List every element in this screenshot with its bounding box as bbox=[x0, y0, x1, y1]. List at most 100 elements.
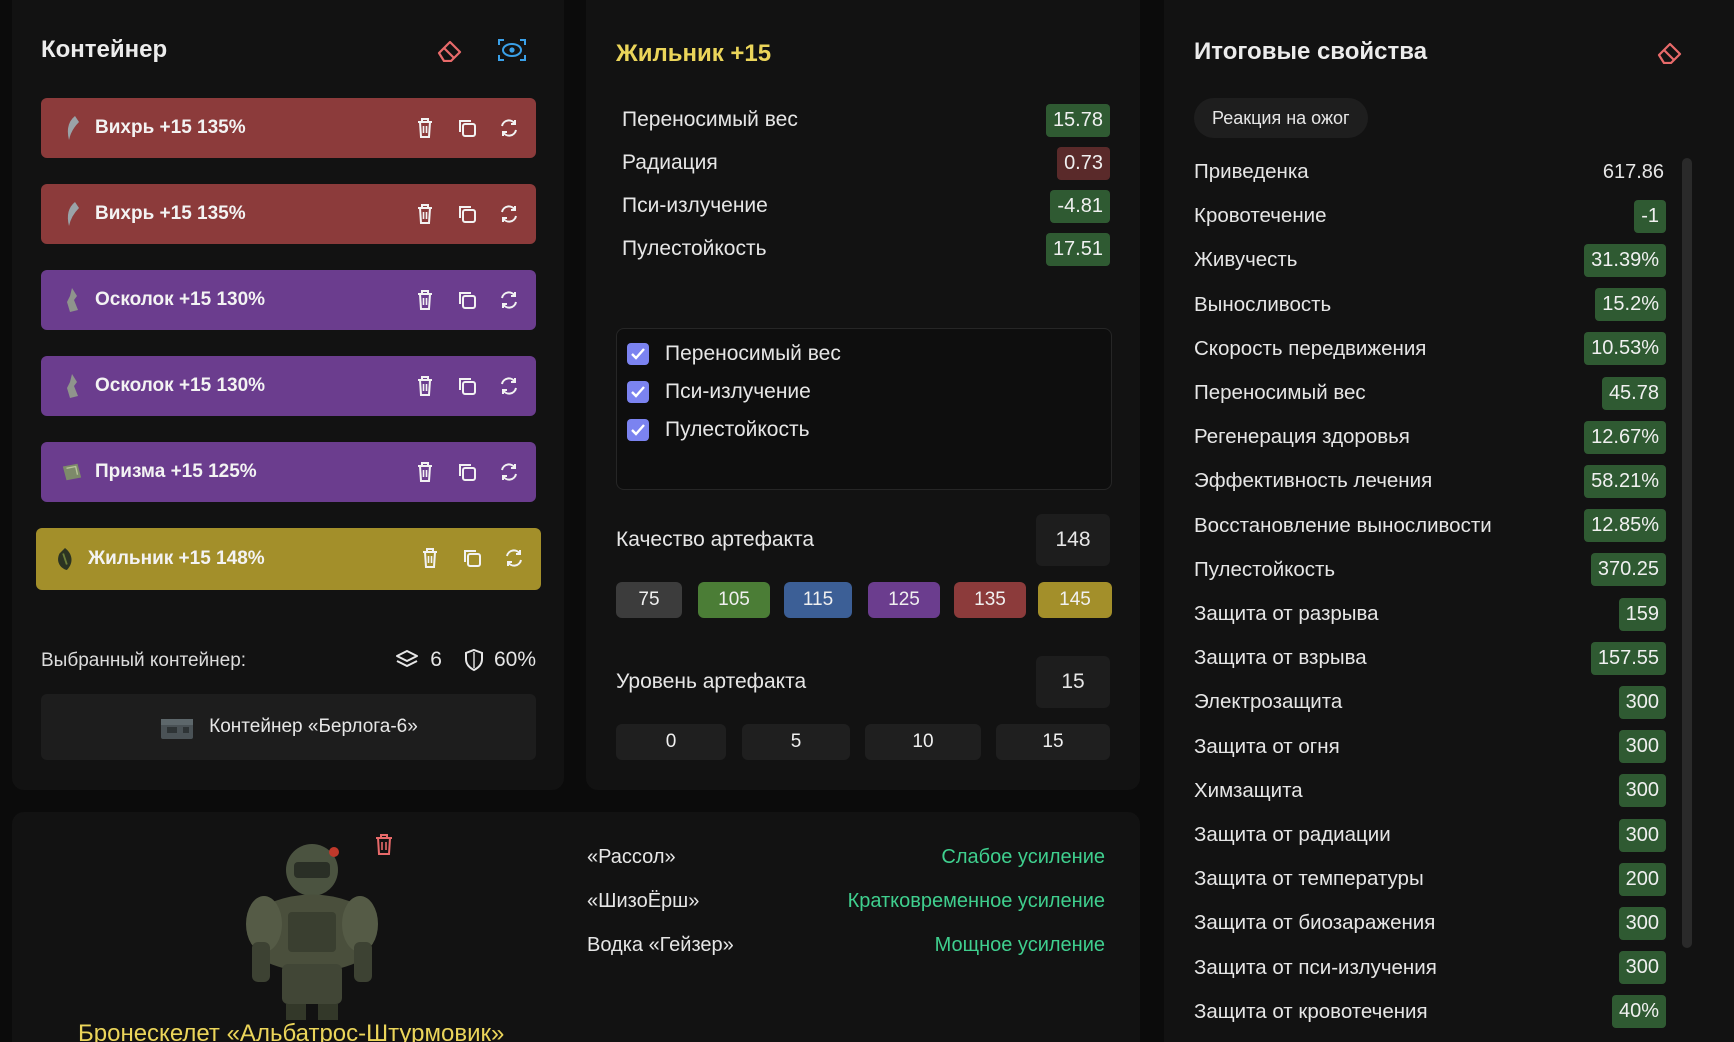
total-property-value: 300 bbox=[1618, 906, 1666, 940]
quality-preset-75[interactable]: 75 bbox=[616, 582, 682, 618]
total-property-row: Защита от разрыва 159 bbox=[1194, 592, 1666, 636]
trash-icon[interactable] bbox=[412, 115, 438, 141]
layers-icon bbox=[394, 648, 420, 672]
artifact-zhilnik-icon bbox=[54, 546, 76, 572]
quality-input[interactable]: 148 bbox=[1036, 514, 1110, 566]
total-property-name: Защита от биозаражения bbox=[1194, 911, 1436, 935]
totals-title: Итоговые свойства bbox=[1194, 38, 1428, 65]
total-property-name: Химзащита bbox=[1194, 778, 1303, 802]
quality-label: Качество артефакта bbox=[616, 528, 815, 551]
level-preset-15[interactable]: 15 bbox=[996, 724, 1110, 760]
level-preset-5[interactable]: 5 bbox=[742, 724, 850, 760]
artifact-row-oskolok[interactable]: Осколок +15 130% bbox=[41, 270, 536, 330]
total-property-value: 45.78 bbox=[1601, 376, 1666, 410]
container-name: Контейнер «Берлога-6» bbox=[209, 716, 418, 737]
refresh-icon[interactable] bbox=[496, 373, 522, 399]
scrollbar[interactable] bbox=[1682, 158, 1692, 948]
checkbox-label: Переносимый вес bbox=[665, 342, 841, 365]
totals-panel: Итоговые свойства Реакция на ожог Привед… bbox=[1164, 0, 1734, 1042]
total-property-name: Приведенка bbox=[1194, 160, 1309, 183]
artifact-oskolok-icon bbox=[61, 373, 83, 399]
copy-icon[interactable] bbox=[454, 459, 480, 485]
property-filter-box: Переносимый вес Пси-излучение Пулестойкост… bbox=[616, 328, 1112, 490]
total-property-name: Восстановление выносливости bbox=[1194, 513, 1492, 537]
quality-preset-115[interactable]: 115 bbox=[784, 582, 852, 618]
artifact-panel: Жильник +15 Переносимый вес 15.78 Радиация… bbox=[586, 0, 1140, 790]
eye-icon[interactable] bbox=[496, 34, 528, 66]
total-property-value: 300 bbox=[1618, 774, 1666, 808]
total-property-value: 58.21% bbox=[1584, 464, 1666, 498]
property-value: 15.78 bbox=[1045, 103, 1110, 137]
artifact-row-vihr[interactable]: Вихрь +15 135% bbox=[41, 98, 536, 158]
total-property-row: Восстановление выносливости 12.85% bbox=[1194, 504, 1666, 548]
quality-preset-135[interactable]: 135 bbox=[954, 582, 1026, 618]
total-property-value: 15.2% bbox=[1595, 288, 1666, 322]
artifact-row-prizma[interactable]: Призма +15 125% bbox=[41, 442, 536, 502]
trash-icon[interactable] bbox=[417, 545, 443, 571]
copy-icon[interactable] bbox=[459, 545, 485, 571]
total-property-name: Защита от пси-излучения bbox=[1194, 955, 1437, 979]
property-name: Переносимый вес bbox=[622, 108, 798, 131]
total-property-name: Живучесть bbox=[1194, 248, 1298, 272]
artifact-row-oskolok[interactable]: Осколок +15 130% bbox=[41, 356, 536, 416]
burn-reaction-button[interactable]: Реакция на ожог bbox=[1194, 98, 1368, 138]
container-stats: 6 60% bbox=[394, 648, 536, 672]
total-property-name: Электрозащита bbox=[1194, 690, 1343, 714]
total-property-name: Регенерация здоровья bbox=[1194, 425, 1410, 449]
refresh-icon[interactable] bbox=[496, 459, 522, 485]
total-property-value: 300 bbox=[1618, 685, 1666, 719]
container-panel: Контейнер Вихрь +15 135% Вихрь +15 135% Ос… bbox=[12, 0, 564, 790]
total-property-value: 300 bbox=[1618, 730, 1666, 764]
copy-icon[interactable] bbox=[454, 115, 480, 141]
quality-preset-145[interactable]: 145 bbox=[1038, 582, 1112, 618]
total-property-row: Защита от взрыва 157.55 bbox=[1194, 636, 1666, 680]
copy-icon[interactable] bbox=[454, 201, 480, 227]
boost-row[interactable]: Водка «Гейзер» Мощное усиление bbox=[587, 930, 1105, 960]
armor-name: Бронескелет «Альбатрос-Штурмовик» bbox=[78, 1020, 505, 1042]
property-checkbox-row[interactable]: Переносимый вес bbox=[627, 339, 841, 369]
total-property-value: 617.86 bbox=[1602, 160, 1664, 183]
refresh-icon[interactable] bbox=[501, 545, 527, 571]
eraser-icon[interactable] bbox=[1654, 36, 1686, 68]
level-input[interactable]: 15 bbox=[1036, 656, 1110, 708]
checkbox-checked-icon[interactable] bbox=[627, 343, 649, 365]
checkbox-checked-icon[interactable] bbox=[627, 381, 649, 403]
trash-icon[interactable] bbox=[412, 373, 438, 399]
checkbox-checked-icon[interactable] bbox=[627, 419, 649, 441]
property-checkbox-row[interactable]: Пси-излучение bbox=[627, 377, 811, 407]
property-checkbox-row[interactable]: Пулестойкость bbox=[627, 415, 810, 445]
total-property-value: 31.39% bbox=[1584, 243, 1666, 277]
refresh-icon[interactable] bbox=[496, 287, 522, 313]
trash-icon[interactable] bbox=[368, 828, 400, 860]
quality-preset-105[interactable]: 105 bbox=[698, 582, 770, 618]
artifact-name: Осколок +15 130% bbox=[95, 375, 266, 396]
artifact-title: Жильник +15 bbox=[616, 40, 772, 67]
refresh-icon[interactable] bbox=[496, 201, 522, 227]
trash-icon[interactable] bbox=[412, 459, 438, 485]
boost-row[interactable]: «ШизоЁрш» Кратковременное усиление bbox=[587, 886, 1105, 916]
artifact-name: Жильник +15 148% bbox=[88, 548, 265, 569]
refresh-icon[interactable] bbox=[496, 115, 522, 141]
total-property-row: Регенерация здоровья 12.67% bbox=[1194, 415, 1666, 459]
shield-icon bbox=[464, 648, 484, 672]
total-property-value: 300 bbox=[1618, 818, 1666, 852]
container-select-button[interactable]: Контейнер «Берлога-6» bbox=[41, 694, 536, 760]
property-name: Радиация bbox=[622, 151, 718, 174]
artifact-row-vihr[interactable]: Вихрь +15 135% bbox=[41, 184, 536, 244]
quality-preset-125[interactable]: 125 bbox=[868, 582, 940, 618]
artifact-row-zhilnik[interactable]: Жильник +15 148% bbox=[36, 528, 541, 590]
total-property-row: Химзащита 300 bbox=[1194, 769, 1666, 813]
artifact-oskolok-icon bbox=[61, 287, 83, 313]
level-preset-0[interactable]: 0 bbox=[616, 724, 726, 760]
trash-icon[interactable] bbox=[412, 201, 438, 227]
armor-image bbox=[232, 832, 392, 1022]
copy-icon[interactable] bbox=[454, 373, 480, 399]
copy-icon[interactable] bbox=[454, 287, 480, 313]
total-property-value: 10.53% bbox=[1584, 332, 1666, 366]
level-preset-10[interactable]: 10 bbox=[865, 724, 981, 760]
eraser-icon[interactable] bbox=[434, 34, 466, 66]
trash-icon[interactable] bbox=[412, 287, 438, 313]
boost-row[interactable]: «Рассол» Слабое усиление bbox=[587, 842, 1105, 872]
artifact-name: Осколок +15 130% bbox=[95, 289, 266, 310]
total-property-name: Защита от взрыва bbox=[1194, 646, 1367, 670]
